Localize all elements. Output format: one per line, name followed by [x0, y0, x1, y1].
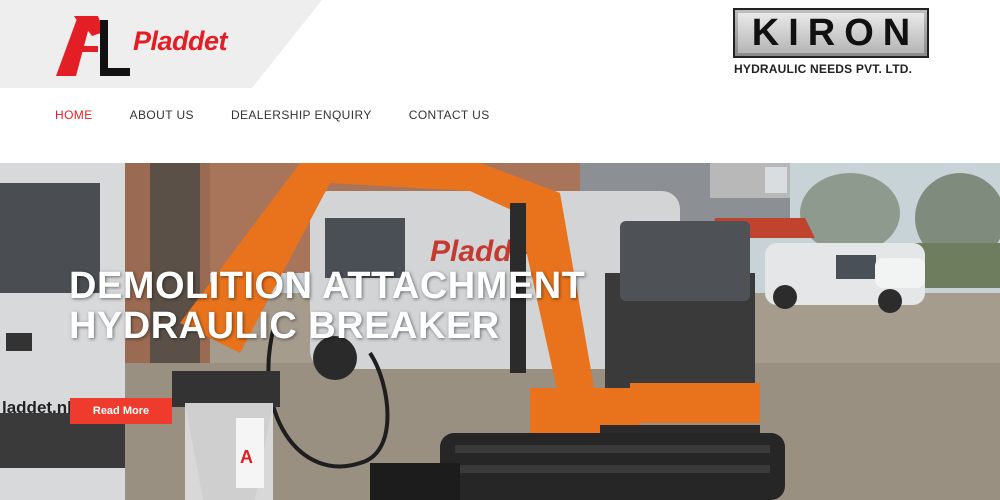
- nav-home[interactable]: HOME: [55, 108, 93, 122]
- hero-title-line-2: HYDRAULIC BREAKER: [69, 305, 500, 347]
- read-more-button[interactable]: Read More: [70, 398, 172, 424]
- left-van-text: laddet.nl: [2, 398, 72, 417]
- kiron-logo-text: KIRON: [751, 11, 920, 54]
- pladdet-logo-icon[interactable]: [56, 16, 130, 78]
- svg-text:A: A: [240, 447, 253, 467]
- site-header: Pladdet KIRON HYDRAULIC NEEDS PVT. LTD. …: [0, 0, 1000, 163]
- hero-title: DEMOLITION ATTACHMENT HYDRAULIC BREAKER: [69, 266, 585, 346]
- pladdet-logo-text[interactable]: Pladdet: [133, 26, 228, 57]
- kiron-logo-plate: KIRON: [738, 11, 924, 54]
- hero-title-line-1: DEMOLITION ATTACHMENT: [69, 265, 586, 307]
- page: Pladdet KIRON HYDRAULIC NEEDS PVT. LTD. …: [0, 0, 1000, 500]
- nav-contact-us[interactable]: CONTACT US: [409, 108, 490, 122]
- main-nav: HOME ABOUT US DEALERSHIP ENQUIRY CONTACT…: [55, 108, 527, 122]
- hero-banner: Pladdet laddet.nl A DEMOLITION ATTACHMEN…: [0, 163, 1000, 500]
- kiron-subtitle: HYDRAULIC NEEDS PVT. LTD.: [734, 62, 913, 76]
- kiron-logo[interactable]: KIRON: [733, 8, 929, 58]
- nav-dealership-enquiry[interactable]: DEALERSHIP ENQUIRY: [231, 108, 372, 122]
- nav-about-us[interactable]: ABOUT US: [130, 108, 194, 122]
